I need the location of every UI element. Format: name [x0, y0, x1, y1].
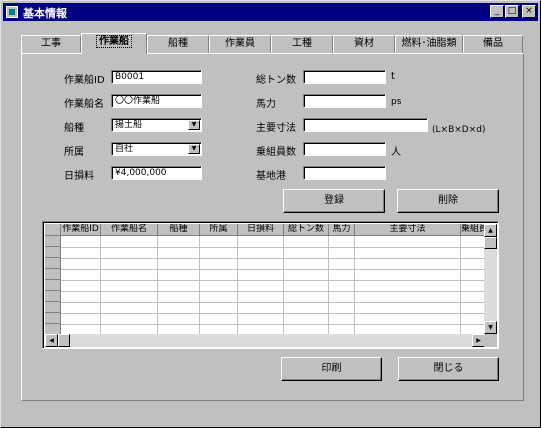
daily-rate-field[interactable]: ¥4,000,000: [111, 166, 202, 180]
grid-vertical-scrollbar[interactable]: ▲ ▼: [484, 224, 497, 334]
grid-header-cell[interactable]: 船種: [158, 224, 200, 236]
grid-header-cell[interactable]: 作業船ID: [61, 224, 101, 236]
horsepower-label: 馬力: [256, 99, 276, 110]
crew-unit: 人: [391, 147, 401, 158]
grid-header-cell[interactable]: 作業船名: [101, 224, 158, 236]
close-window-button[interactable]: ×: [522, 5, 536, 18]
tab-work-type[interactable]: 工種: [271, 35, 333, 53]
crew-label: 乗組員数: [256, 147, 296, 158]
grid-line: [100, 236, 101, 335]
tab-fuel[interactable]: 燃料･油脂類: [395, 35, 463, 53]
boat-id-field[interactable]: B0001: [111, 70, 202, 84]
tab-worker[interactable]: 作業員: [209, 35, 271, 53]
grid-corner-cell: [45, 224, 61, 236]
grid-header-cell[interactable]: 馬力: [329, 224, 355, 236]
horsepower-unit: ps: [391, 97, 402, 107]
grid-line: [61, 291, 486, 292]
daily-rate-label: 日損料: [64, 171, 94, 182]
delete-button[interactable]: 削除: [397, 189, 499, 213]
title-bar[interactable]: 基本情報 _ □ ×: [3, 3, 538, 21]
grid-row-header[interactable]: [45, 280, 61, 291]
affiliation-select[interactable]: 自社 ▼: [111, 142, 202, 156]
grid-row-header[interactable]: [45, 247, 61, 258]
horsepower-field[interactable]: [303, 94, 386, 108]
grid-line: [61, 313, 486, 314]
grid-row-header[interactable]: [45, 313, 61, 324]
boat-name-field[interactable]: 〇〇作業船: [111, 94, 202, 108]
grid-header-cell[interactable]: 主要寸法: [355, 224, 461, 236]
grid-line: [283, 236, 284, 335]
grid-line: [61, 269, 486, 270]
grid-line: [460, 236, 461, 335]
boat-type-select[interactable]: 揚土船 ▼: [111, 118, 202, 132]
grid-header-cell[interactable]: 所属: [200, 224, 238, 236]
scroll-thumb-vertical[interactable]: [484, 237, 497, 249]
register-button[interactable]: 登録: [283, 189, 385, 213]
maximize-button[interactable]: □: [505, 5, 519, 18]
dropdown-arrow-icon[interactable]: ▼: [188, 120, 200, 130]
scroll-left-icon[interactable]: ◀: [45, 334, 58, 347]
affiliation-label: 所属: [64, 147, 84, 158]
scrollbar-corner: [484, 334, 497, 347]
boat-id-label: 作業船ID: [64, 75, 105, 86]
grid-line: [61, 247, 486, 248]
grid-line: [61, 280, 486, 281]
dimensions-field[interactable]: [303, 118, 428, 132]
grid-header-cell[interactable]: 乗組員: [461, 224, 486, 236]
boat-name-label: 作業船名: [64, 99, 104, 110]
dimensions-label: 主要寸法: [256, 123, 296, 134]
grid-row-header[interactable]: [45, 291, 61, 302]
grid-line: [157, 236, 158, 335]
dimensions-unit: (L×B×D×d): [432, 125, 486, 135]
tonnage-unit: t: [391, 71, 395, 82]
base-port-field[interactable]: [303, 166, 386, 180]
grid-line: [328, 236, 329, 335]
tab-equipment[interactable]: 備品: [463, 35, 523, 53]
grid-horizontal-scrollbar[interactable]: ◀ ▶: [45, 334, 485, 347]
affiliation-value: 自社: [115, 144, 134, 154]
scroll-thumb-horizontal[interactable]: [58, 334, 70, 347]
grid-line: [237, 236, 238, 335]
grid-row-header[interactable]: [45, 302, 61, 313]
close-button[interactable]: 閉じる: [398, 357, 499, 381]
base-port-label: 基地港: [256, 171, 286, 182]
scroll-up-icon[interactable]: ▲: [484, 224, 497, 237]
grid-line: [61, 302, 486, 303]
boat-type-value: 揚土船: [115, 120, 143, 130]
main-window: 基本情報 _ □ × 工事 作業船 船種 作業員 工種 資材 燃料･油脂類 備品…: [0, 0, 541, 428]
grid-line: [354, 236, 355, 335]
boat-grid[interactable]: 作業船ID 作業船名 船種 所属 日損料 総トン数 馬力 主要寸法 乗組員 ▲ …: [42, 221, 499, 349]
grid-line: [61, 324, 486, 325]
grid-line: [61, 258, 486, 259]
tab-boat-type[interactable]: 船種: [147, 35, 209, 53]
tab-work-boat[interactable]: 作業船: [81, 33, 147, 54]
grid-row-header[interactable]: [45, 258, 61, 269]
grid-line: [199, 236, 200, 335]
minimize-button[interactable]: _: [490, 5, 504, 18]
grid-header-cell[interactable]: 日損料: [238, 224, 284, 236]
tab-construction[interactable]: 工事: [21, 35, 81, 53]
tonnage-field[interactable]: [303, 70, 386, 84]
tonnage-label: 総トン数: [256, 75, 296, 86]
grid-row-header[interactable]: [45, 269, 61, 280]
dropdown-arrow-icon[interactable]: ▼: [188, 144, 200, 154]
grid-row-header[interactable]: [45, 236, 61, 247]
window-title: 基本情報: [23, 7, 67, 20]
grid-header-cell[interactable]: 総トン数: [284, 224, 329, 236]
crew-field[interactable]: [303, 142, 386, 156]
app-icon: [6, 6, 18, 18]
tab-materials[interactable]: 資材: [333, 35, 395, 53]
print-button[interactable]: 印刷: [281, 357, 382, 381]
scroll-down-icon[interactable]: ▼: [484, 321, 497, 334]
boat-type-label: 船種: [64, 123, 84, 134]
